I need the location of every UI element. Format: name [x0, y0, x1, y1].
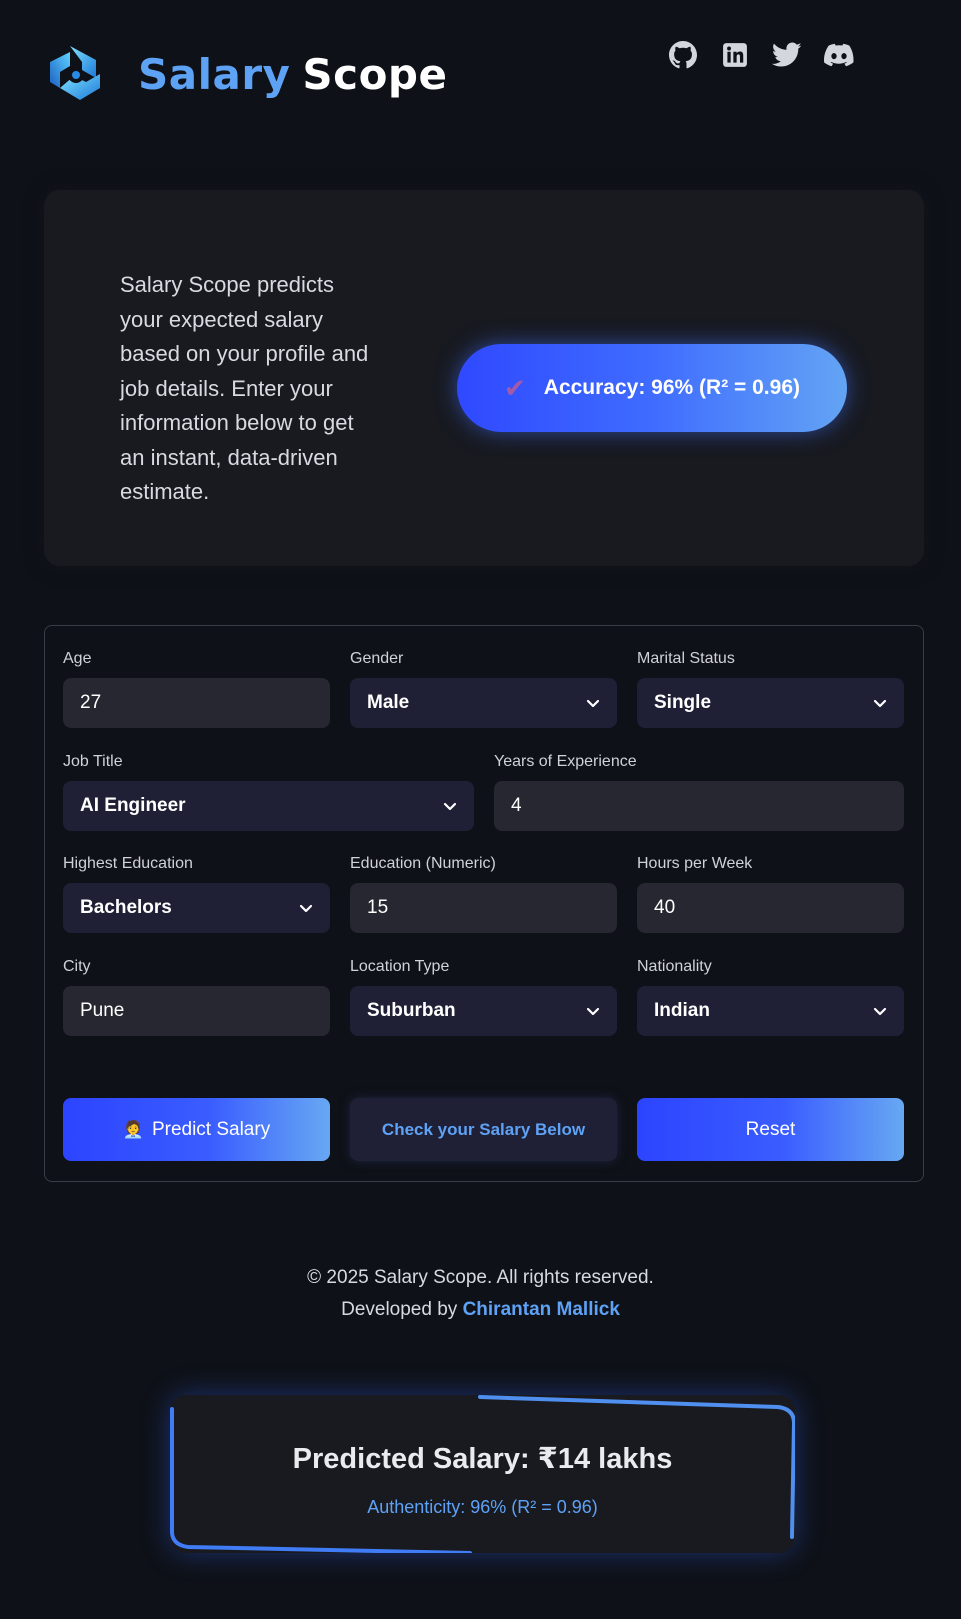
predict-salary-button[interactable]: 🧑‍💼 Predict Salary	[63, 1098, 330, 1161]
job-title-select[interactable]: AI Engineer	[63, 781, 474, 831]
hours-per-week-field-group: Hours per Week 40	[637, 855, 904, 933]
authenticity-text: Authenticity: 96% (R² = 0.96)	[367, 1497, 598, 1517]
author-link[interactable]: Chirantan Mallick	[463, 1299, 620, 1320]
education-numeric-value: 15	[367, 897, 389, 918]
nationality-select[interactable]: Indian	[637, 986, 904, 1036]
gender-field-group: Gender Male	[350, 650, 617, 728]
years-experience-field-group: Years of Experience 4	[494, 753, 904, 831]
location-type-value: Suburban	[367, 1000, 456, 1021]
chevron-down-icon	[586, 1007, 600, 1016]
education-numeric-field-group: Education (Numeric) 15	[350, 855, 617, 933]
highest-education-value: Bachelors	[80, 897, 172, 918]
brand-title: Salary Scope	[138, 50, 447, 99]
person-icon: 🧑‍💼	[122, 1119, 144, 1139]
chevron-down-icon	[299, 904, 313, 913]
gender-select[interactable]: Male	[350, 678, 617, 728]
marital-status-field-group: Marital Status Single	[637, 650, 904, 728]
marital-status-label: Marital Status	[637, 650, 735, 667]
marital-status-select[interactable]: Single	[637, 678, 904, 728]
hours-per-week-input[interactable]: 40	[637, 883, 904, 933]
result-card: Predicted Salary: ₹14 lakhs Authenticity…	[170, 1395, 795, 1553]
predicted-salary-text: Predicted Salary: ₹14 lakhs	[292, 1443, 673, 1475]
age-label: Age	[63, 650, 92, 667]
developer-credit: Developed by Chirantan Mallick	[0, 1294, 961, 1326]
age-field-group: Age 27	[63, 650, 330, 728]
check-salary-button[interactable]: Check your Salary Below	[350, 1098, 617, 1161]
job-title-label: Job Title	[63, 753, 123, 770]
highest-education-select[interactable]: Bachelors	[63, 883, 330, 933]
education-numeric-label: Education (Numeric)	[350, 855, 496, 872]
developed-by-text: Developed by	[341, 1299, 458, 1320]
social-links	[668, 40, 854, 70]
check-salary-label: Check your Salary Below	[381, 1119, 586, 1139]
age-input[interactable]: 27	[63, 678, 330, 728]
chevron-down-icon	[873, 1007, 887, 1016]
years-experience-value: 4	[511, 795, 522, 816]
age-value: 27	[80, 692, 102, 713]
gender-label: Gender	[350, 650, 404, 667]
reset-button[interactable]: Reset	[637, 1098, 904, 1161]
brand-title-part2: Scope	[302, 50, 448, 99]
footer: © 2025 Salary Scope. All rights reserved…	[0, 1262, 961, 1326]
copyright-text: © 2025 Salary Scope. All rights reserved…	[307, 1267, 654, 1288]
twitter-icon[interactable]	[772, 40, 802, 70]
years-experience-label: Years of Experience	[494, 753, 637, 770]
chevron-down-icon	[873, 699, 887, 708]
reset-label: Reset	[745, 1118, 796, 1140]
job-title-field-group: Job Title AI Engineer	[63, 753, 474, 831]
city-label: City	[63, 958, 91, 975]
city-value: Pune	[80, 1000, 125, 1021]
gender-value: Male	[367, 692, 410, 713]
checkmark-icon: ✔	[503, 372, 526, 403]
city-input[interactable]: Pune	[63, 986, 330, 1036]
app-logo-icon	[46, 44, 104, 104]
discord-icon[interactable]	[824, 40, 854, 70]
city-field-group: City Pune	[63, 958, 330, 1036]
brand-title-part1: Salary	[138, 50, 291, 99]
chevron-down-icon	[443, 802, 457, 811]
job-title-value: AI Engineer	[80, 795, 186, 816]
predict-salary-label: Predict Salary	[151, 1118, 271, 1140]
nationality-value: Indian	[654, 1000, 710, 1021]
highest-education-label: Highest Education	[63, 855, 193, 872]
hero-description: Salary Scope predicts your expected sala…	[120, 272, 369, 504]
nationality-label: Nationality	[637, 958, 712, 975]
chevron-down-icon	[586, 699, 600, 708]
accuracy-label: Accuracy: 96% (R² = 0.96)	[543, 376, 800, 399]
hours-per-week-value: 40	[654, 897, 676, 918]
accuracy-badge: ✔ Accuracy: 96% (R² = 0.96)	[457, 344, 847, 432]
location-type-select[interactable]: Suburban	[350, 986, 617, 1036]
location-type-label: Location Type	[350, 958, 450, 975]
nationality-field-group: Nationality Indian	[637, 958, 904, 1036]
years-experience-input[interactable]: 4	[494, 781, 904, 831]
app-page: Salary Scope Salary Scope predicts your e…	[0, 0, 961, 1619]
highest-education-field-group: Highest Education Bachelors	[63, 855, 330, 933]
location-type-field-group: Location Type Suburban	[350, 958, 617, 1036]
linkedin-icon[interactable]	[720, 40, 750, 70]
github-icon[interactable]	[668, 40, 698, 70]
hours-per-week-label: Hours per Week	[637, 855, 753, 872]
hero-card: Salary Scope predicts your expected sala…	[44, 190, 924, 566]
education-numeric-input[interactable]: 15	[350, 883, 617, 933]
marital-status-value: Single	[654, 692, 712, 713]
